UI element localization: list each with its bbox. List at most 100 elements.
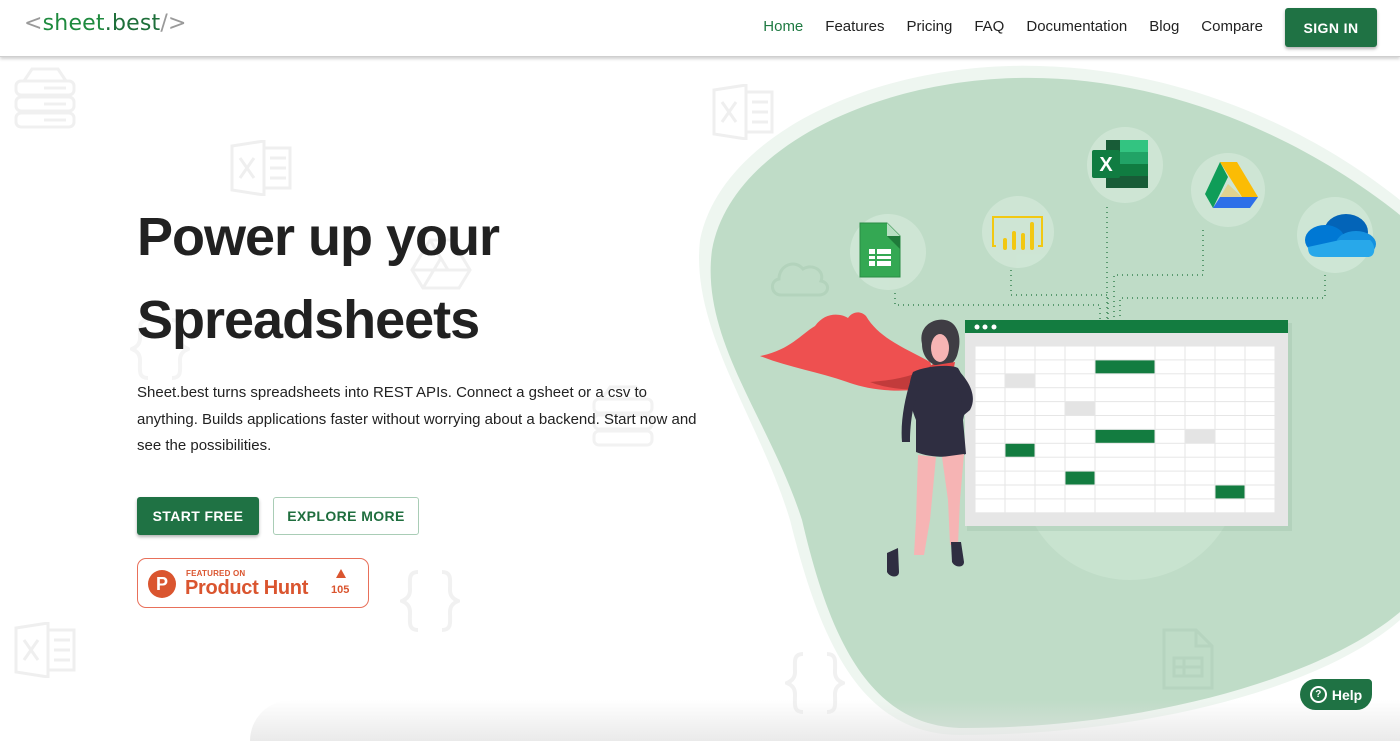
spreadsheet-cell — [1095, 429, 1155, 443]
nav-features[interactable]: Features — [825, 18, 884, 35]
spreadsheet-cell — [1215, 485, 1245, 499]
spreadsheet-cell — [1035, 402, 1065, 415]
connector-lines — [894, 207, 1326, 320]
spreadsheet-cell — [1065, 471, 1095, 485]
spreadsheet-cell — [1155, 360, 1185, 374]
spreadsheet-cell — [1245, 471, 1275, 485]
explore-more-button[interactable]: EXPLORE MORE — [273, 497, 419, 535]
help-label: Help — [1331, 686, 1363, 703]
spreadsheet-cell — [1035, 499, 1065, 513]
spreadsheet-titlebar — [965, 320, 1288, 333]
nav-faq[interactable]: FAQ — [974, 18, 1004, 35]
spreadsheet-cell — [1065, 443, 1095, 457]
spreadsheet-cell — [1245, 443, 1275, 457]
product-hunt-logo-icon: P — [148, 570, 176, 598]
spreadsheet-cell — [1005, 402, 1035, 415]
nav-home[interactable]: Home — [763, 18, 803, 35]
spreadsheet-cell — [1005, 429, 1035, 443]
spreadsheet-cell — [975, 485, 1005, 499]
spreadsheet-cell — [1035, 485, 1065, 499]
help-button[interactable]: ? Help — [1300, 679, 1372, 710]
spreadsheet-window — [965, 320, 1292, 531]
spreadsheet-cell — [1095, 360, 1155, 374]
start-free-button[interactable]: START FREE — [137, 497, 259, 535]
spreadsheet-cell — [1185, 471, 1215, 485]
spreadsheet-cell — [1245, 402, 1275, 415]
sheet-best-logo[interactable]: <sheet.best/> — [24, 11, 187, 36]
spreadsheet-cell — [1185, 374, 1215, 388]
spreadsheet-cell — [1245, 360, 1275, 374]
spreadsheet-cell — [1215, 429, 1245, 443]
spreadsheet-cell — [1155, 388, 1185, 402]
spreadsheet-cell — [1215, 457, 1245, 471]
spreadsheet-cell — [1185, 429, 1215, 443]
spreadsheet-cell — [1005, 388, 1035, 402]
nav-pricing[interactable]: Pricing — [906, 18, 952, 35]
spreadsheet-cell — [1035, 457, 1065, 471]
spreadsheet-cell — [975, 374, 1005, 388]
spreadsheet-cell — [1215, 416, 1245, 429]
spreadsheet-cell — [1245, 388, 1275, 402]
spreadsheet-cell — [1245, 485, 1275, 499]
spreadsheet-cell — [1155, 443, 1185, 457]
product-hunt-badge[interactable]: P FEATURED ON Product Hunt 105 — [137, 558, 369, 608]
spreadsheet-cell — [1245, 499, 1275, 513]
spreadsheet-cell — [1065, 485, 1095, 499]
superhero-woman-figure — [760, 312, 973, 577]
hero-illustration: X — [760, 127, 1376, 577]
connector-onedrive — [1119, 275, 1326, 320]
spreadsheet-cell — [1065, 457, 1095, 471]
spreadsheet-cell — [1065, 360, 1095, 374]
spreadsheet-cell — [1185, 402, 1215, 415]
legs — [914, 454, 964, 555]
spreadsheet-cell — [975, 388, 1005, 402]
spreadsheet-cell — [1095, 388, 1155, 402]
spreadsheet-cell — [1155, 346, 1185, 360]
spreadsheet-cell — [1065, 388, 1095, 402]
spreadsheet-cell — [1035, 416, 1065, 429]
spreadsheet-cell — [1155, 429, 1185, 443]
spreadsheet-cell — [1095, 485, 1155, 499]
logo-name: sheet — [42, 11, 105, 36]
spreadsheet-cell — [975, 402, 1005, 415]
product-hunt-upvotes: 105 — [331, 584, 350, 596]
spreadsheet-cell — [975, 443, 1005, 457]
spreadsheet-cell — [1245, 374, 1275, 388]
spreadsheet-cell — [975, 416, 1005, 429]
spreadsheet-cell — [1065, 499, 1095, 513]
spreadsheet-cell — [1215, 346, 1245, 360]
spreadsheet-cell — [1095, 499, 1155, 513]
spreadsheet-cell — [1155, 402, 1185, 415]
connector-drive — [1113, 230, 1204, 320]
connector-powerbi — [1010, 270, 1109, 320]
nav-compare[interactable]: Compare — [1201, 18, 1263, 35]
question-mark-icon: ? — [1309, 686, 1327, 703]
logo-open-bracket: < — [24, 11, 43, 36]
spreadsheet-cell — [1185, 416, 1215, 429]
spreadsheet-cell — [1035, 346, 1065, 360]
spreadsheet-cell — [1155, 416, 1185, 429]
logo-close-bracket: /> — [160, 11, 187, 36]
spreadsheet-cell — [1095, 443, 1155, 457]
spreadsheet-cell — [1215, 374, 1245, 388]
hero-title-line2: Spreadsheets — [137, 290, 480, 350]
spreadsheet-cell — [1215, 499, 1245, 513]
spreadsheet-cell — [1065, 346, 1095, 360]
sign-in-button[interactable]: SIGN IN — [1285, 8, 1377, 47]
hero-title: Power up your Spreadsheets — [137, 196, 697, 362]
product-hunt-name: Product Hunt — [185, 577, 309, 599]
spreadsheet-cell — [1215, 443, 1245, 457]
spreadsheet-cell — [1035, 388, 1065, 402]
spreadsheet-cell — [1065, 429, 1095, 443]
spreadsheet-cell — [1005, 457, 1035, 471]
spreadsheet-cell — [1215, 471, 1245, 485]
spreadsheet-cell — [1005, 346, 1035, 360]
nav-blog[interactable]: Blog — [1149, 18, 1179, 35]
spreadsheet-cell — [1005, 499, 1035, 513]
spreadsheet-cell — [1215, 402, 1245, 415]
face — [931, 334, 949, 362]
spreadsheet-cell — [1155, 499, 1185, 513]
nav-documentation[interactable]: Documentation — [1026, 18, 1127, 35]
excel-letter: X — [1099, 154, 1113, 176]
spreadsheet-cell — [1155, 374, 1185, 388]
